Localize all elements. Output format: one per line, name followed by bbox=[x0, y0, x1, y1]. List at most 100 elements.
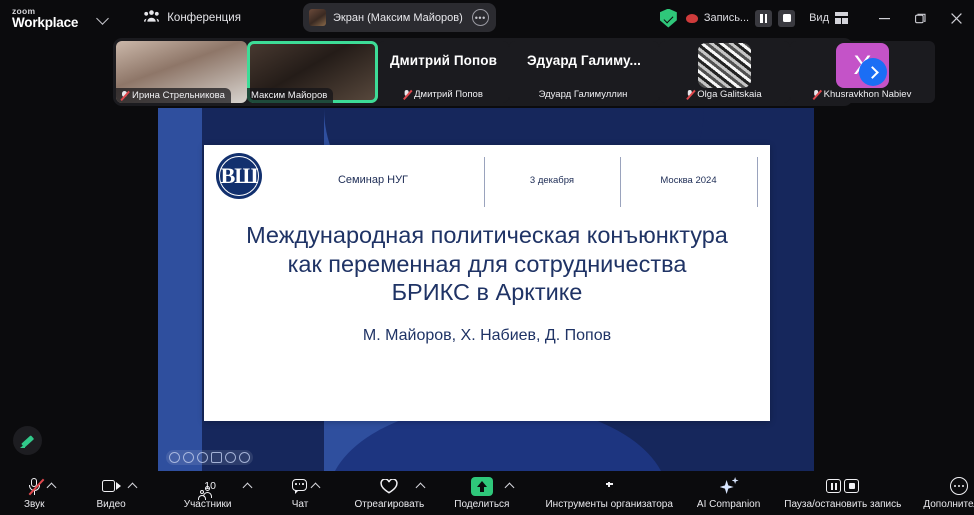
chevron-up-icon[interactable] bbox=[312, 482, 320, 490]
participant-nameplate: Khusravkhon Nabiev bbox=[808, 87, 918, 102]
brand-workplace-text: Workplace bbox=[12, 15, 79, 30]
view-label: Вид bbox=[809, 12, 829, 24]
toolbar-pause-stop-record-button[interactable]: Пауза/остановить запись bbox=[784, 471, 901, 515]
pause-stop-record-icon bbox=[826, 477, 860, 496]
tab-conference[interactable]: Конференция bbox=[134, 4, 251, 32]
brand-zoom-text: zoom bbox=[12, 5, 36, 16]
toolbar-ai-companion-label: AI Companion bbox=[696, 498, 761, 510]
stop-recording-button[interactable] bbox=[778, 9, 796, 27]
save-icon[interactable] bbox=[211, 452, 222, 463]
slide-place: Москва 2024 bbox=[620, 153, 757, 207]
chevron-right-icon[interactable] bbox=[859, 58, 887, 86]
collapse-icon[interactable] bbox=[239, 452, 250, 463]
toolbar-chat-label: Чат bbox=[291, 498, 309, 510]
chevron-up-icon[interactable] bbox=[129, 482, 137, 490]
participant-name: Дмитрий Попов bbox=[414, 89, 483, 100]
toolbar-audio-label: Звук bbox=[24, 498, 45, 510]
chevron-up-icon[interactable] bbox=[48, 482, 56, 490]
microphone-muted-icon bbox=[28, 477, 45, 496]
toolbar-react-button[interactable]: Отреагировать bbox=[354, 471, 425, 515]
participant-nameplate: Эдуард Галимуллин bbox=[535, 87, 634, 102]
shared-screen[interactable]: ВШ Семинар НУГ 3 декабря Москва 2024 Меж… bbox=[158, 108, 814, 471]
title-bar: zoom Workplace Конференция Экран (Максим… bbox=[0, 0, 974, 36]
participant-tile-active[interactable]: Максим Майоров bbox=[247, 41, 378, 103]
toolbar-participants-label: Участники bbox=[183, 498, 232, 510]
record-dot-icon bbox=[685, 13, 698, 23]
recording-status[interactable]: Запись... bbox=[685, 9, 796, 27]
toolbar-share-label: Поделиться bbox=[454, 498, 510, 510]
slide-seminar-label: Семинар НУГ bbox=[337, 174, 409, 186]
participant-tile[interactable]: Дмитрий Попов Дмитрий Попов bbox=[378, 41, 509, 103]
app-logo: zoom Workplace bbox=[12, 5, 79, 30]
host-tools-shield-icon bbox=[601, 477, 617, 496]
share-mini-toolbar[interactable] bbox=[166, 450, 253, 465]
presenter-avatar bbox=[309, 9, 326, 26]
more-options-icon bbox=[950, 477, 969, 496]
pause-recording-button[interactable] bbox=[755, 9, 773, 27]
tab-conference-label: Конференция bbox=[167, 12, 241, 24]
toolbar-host-tools-button[interactable]: Инструменты организатора bbox=[545, 471, 673, 515]
participant-nameplate: Максим Майоров bbox=[247, 88, 334, 103]
toolbar-share-button[interactable]: Поделиться bbox=[454, 471, 509, 515]
participant-display-name: Эдуард Галиму... bbox=[526, 53, 642, 68]
chevron-down-icon[interactable] bbox=[96, 11, 110, 25]
slide-content-card: ВШ Семинар НУГ 3 декабря Москва 2024 Меж… bbox=[204, 145, 770, 421]
toolbar-more-button[interactable]: Дополнительно bbox=[923, 471, 974, 515]
chevron-up-icon[interactable] bbox=[417, 482, 425, 490]
participant-tile[interactable]: Ирина Стрельникова bbox=[116, 41, 247, 103]
restore-window-icon[interactable] bbox=[902, 0, 938, 36]
participant-name: Эдуард Галимуллин bbox=[538, 89, 628, 100]
toolbar-ai-companion-button[interactable]: AI Companion bbox=[697, 471, 760, 515]
microphone-muted-icon bbox=[685, 89, 694, 100]
microphone-muted-icon bbox=[402, 89, 411, 100]
slide-header-divider bbox=[757, 153, 779, 207]
chevron-up-icon[interactable] bbox=[244, 482, 252, 490]
ai-sparkle-icon bbox=[719, 477, 739, 496]
participant-name: Ирина Стрельникова bbox=[132, 90, 225, 101]
layout-grid-icon bbox=[835, 12, 848, 24]
view-layout-button[interactable]: Вид bbox=[809, 12, 848, 24]
toolbar-chat-button[interactable]: Чат bbox=[291, 471, 309, 515]
minimize-icon[interactable] bbox=[866, 0, 902, 36]
window-controls-group: Запись... Вид bbox=[659, 0, 974, 36]
toolbar-pause-stop-record-label: Пауза/остановить запись bbox=[784, 498, 902, 510]
close-icon[interactable] bbox=[938, 0, 974, 36]
toolbar-react-label: Отреагировать bbox=[354, 498, 425, 510]
participant-name: Максим Майоров bbox=[251, 90, 328, 101]
participant-tile[interactable]: Olga Galitskaia bbox=[659, 41, 790, 103]
meeting-toolbar: Звук Видео 10 Участники Чат Отреагироват… bbox=[0, 471, 974, 515]
heart-icon bbox=[380, 477, 398, 496]
toolbar-audio-button[interactable]: Звук bbox=[24, 471, 45, 515]
hse-logo-monogram: ВШ bbox=[220, 163, 259, 188]
prev-slide-icon[interactable] bbox=[169, 452, 180, 463]
participant-tile[interactable]: Эдуард Галиму... Эдуард Галимуллин bbox=[509, 41, 659, 103]
screen-share-label: Экран (Максим Майоров) bbox=[333, 11, 463, 24]
zoom-icon[interactable] bbox=[225, 452, 236, 463]
next-slide-icon[interactable] bbox=[183, 452, 194, 463]
recording-label: Запись... bbox=[703, 12, 750, 24]
participants-filmstrip: Ирина Стрельникова Максим Майоров Дмитри… bbox=[113, 38, 935, 106]
zoom-meeting-window: zoom Workplace Конференция Экран (Максим… bbox=[0, 0, 974, 515]
annotate-icon[interactable] bbox=[197, 452, 208, 463]
shield-check-icon[interactable] bbox=[659, 8, 677, 28]
avatar bbox=[698, 43, 751, 88]
screen-share-indicator[interactable]: Экран (Максим Майоров) ••• bbox=[303, 3, 496, 32]
annotate-button[interactable] bbox=[13, 426, 42, 455]
more-dots-icon[interactable]: ••• bbox=[471, 9, 489, 26]
participant-nameplate: Olga Galitskaia bbox=[681, 87, 767, 102]
toolbar-video-button[interactable]: Видео bbox=[97, 471, 126, 515]
microphone-muted-icon bbox=[812, 89, 821, 100]
chat-bubble-icon bbox=[291, 477, 309, 496]
chevron-up-icon[interactable] bbox=[506, 482, 514, 490]
toolbar-more-label: Дополнительно bbox=[923, 498, 974, 510]
participant-name: Olga Galitskaia bbox=[697, 89, 762, 100]
microphone-muted-icon bbox=[120, 90, 129, 101]
camera-icon bbox=[101, 477, 121, 496]
slide-authors: М. Майоров, Х. Набиев, Д. Попов bbox=[362, 326, 612, 344]
slide-header: ВШ Семинар НУГ 3 декабря Москва 2024 bbox=[204, 145, 770, 207]
toolbar-video-label: Видео bbox=[96, 498, 126, 510]
people-group-icon bbox=[144, 9, 160, 27]
toolbar-host-tools-label: Инструменты организатора bbox=[545, 498, 673, 510]
slide-date: 3 декабря bbox=[484, 153, 620, 207]
toolbar-participants-button[interactable]: 10 Участники bbox=[184, 471, 232, 515]
